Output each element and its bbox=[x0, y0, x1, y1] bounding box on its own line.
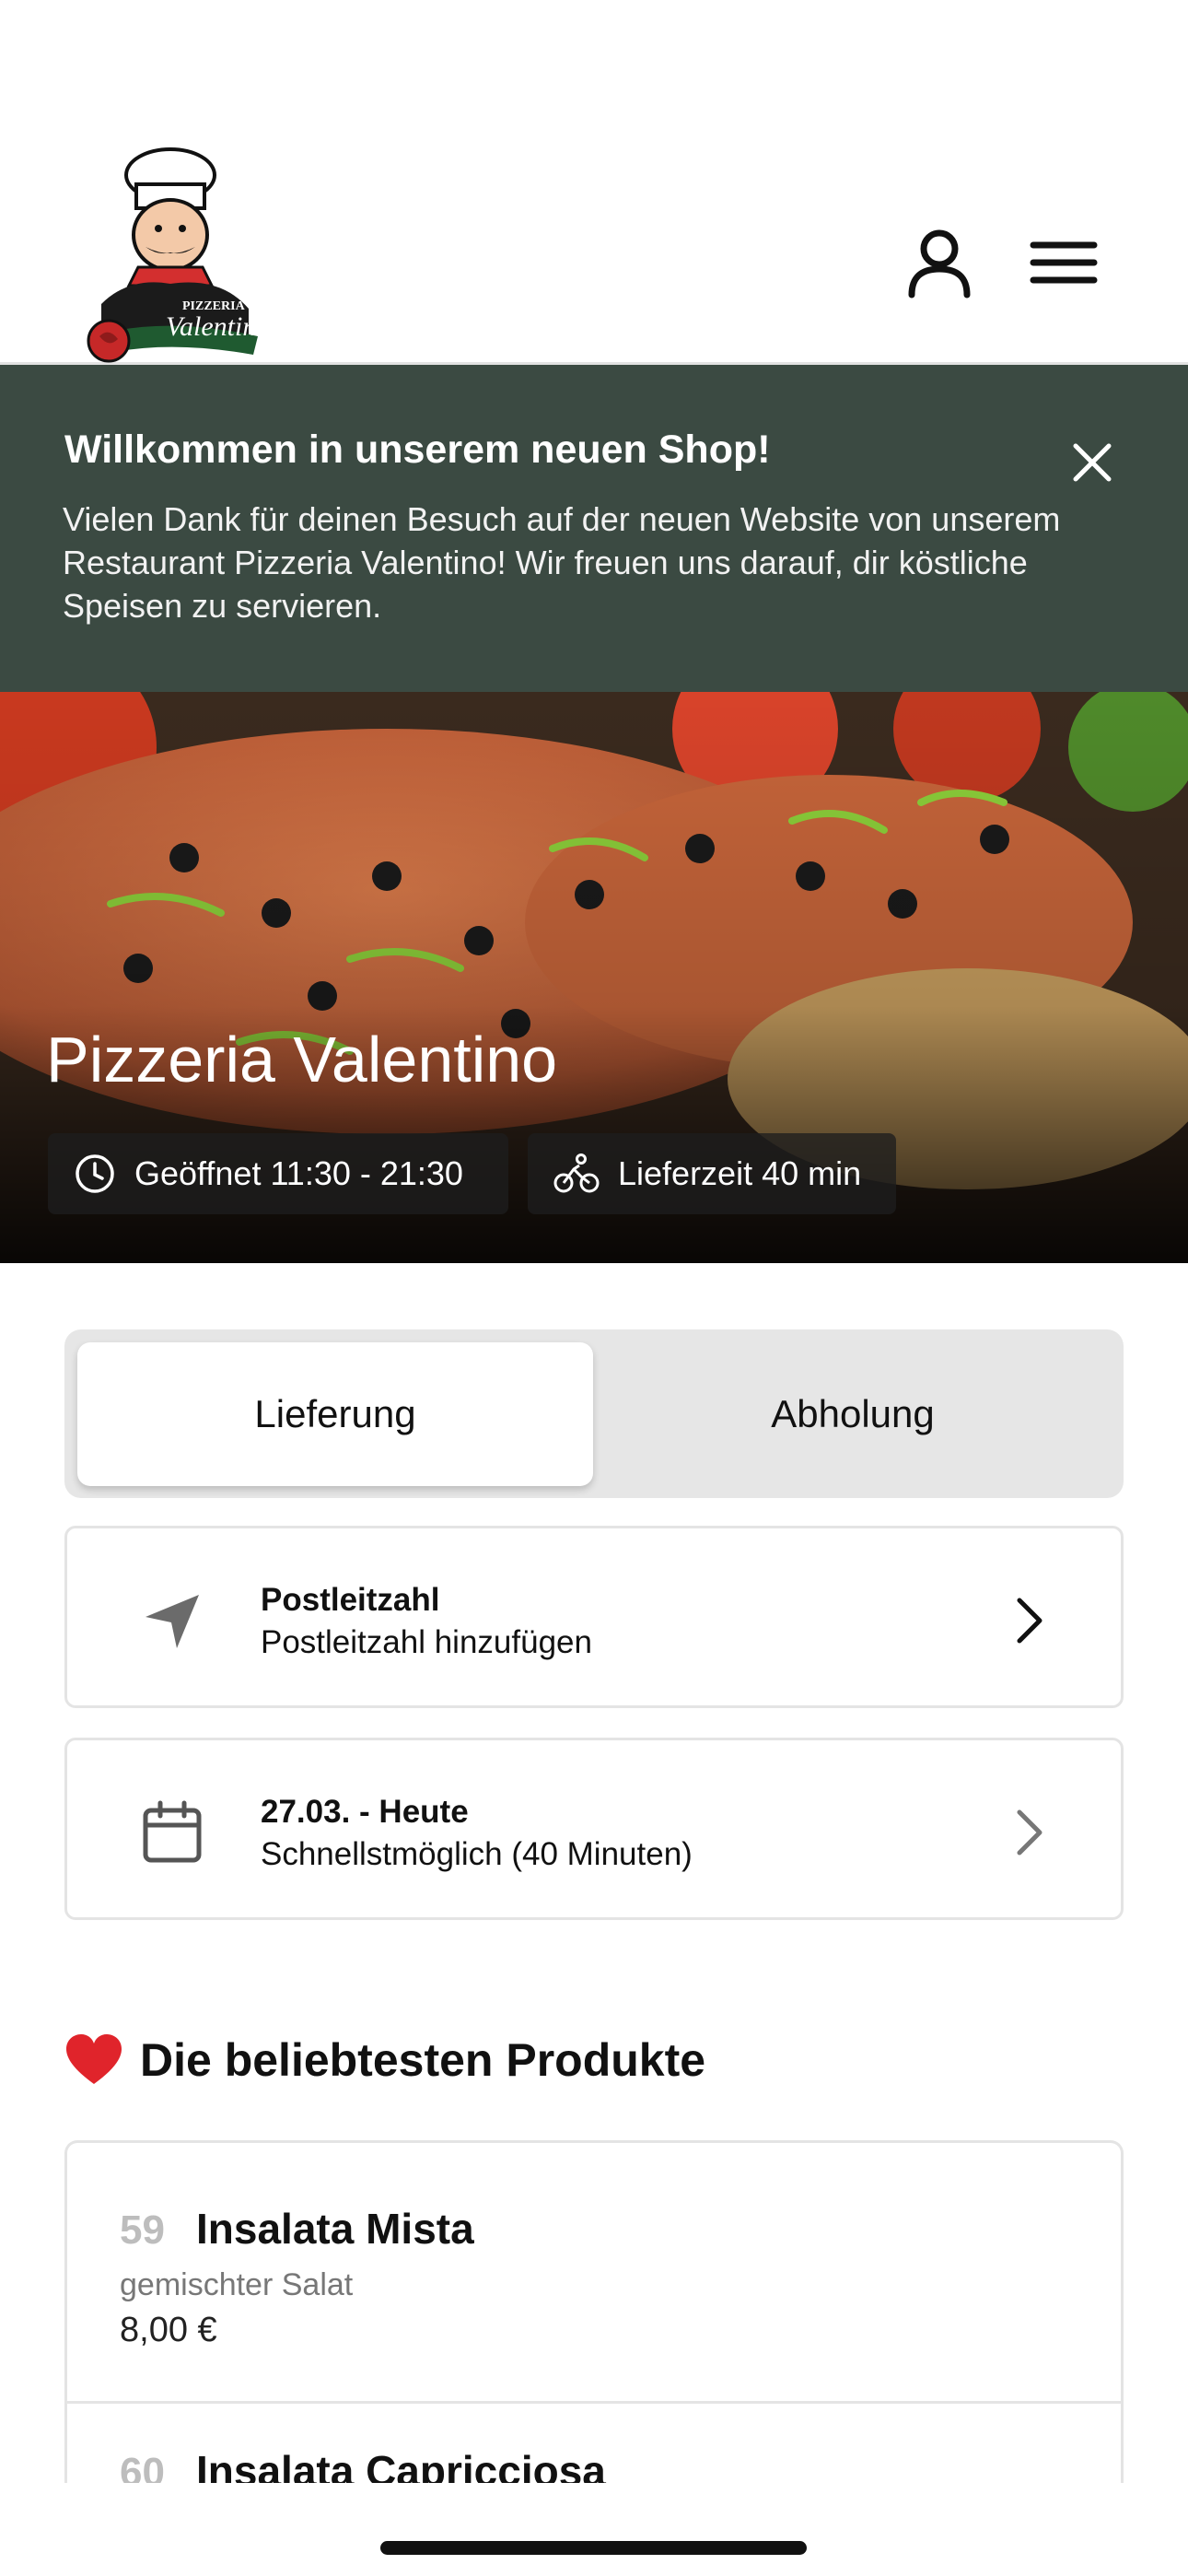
banner-close-button[interactable] bbox=[1066, 437, 1118, 488]
banner-text: Vielen Dank für deinen Besuch auf der ne… bbox=[63, 500, 1061, 625]
popular-products-heading: Die beliebtesten Produkte bbox=[64, 2032, 705, 2088]
pizzeria-valentino-logo[interactable]: PIZZERIA Valentino bbox=[74, 147, 276, 369]
postal-code-subtitle: Postleitzahl hinzufügen bbox=[261, 1624, 592, 1660]
bicycle-courier-icon bbox=[553, 1153, 600, 1193]
delivery-date-title: 27.03. - Heute bbox=[261, 1794, 469, 1830]
product-item[interactable]: 60 Insalata Capricciosa bbox=[67, 2404, 1121, 2483]
close-icon bbox=[1073, 443, 1112, 482]
popular-products-title: Die beliebtesten Produkte bbox=[140, 2034, 706, 2086]
home-indicator[interactable] bbox=[380, 2541, 807, 2555]
product-list: 59 Insalata Mista gemischter Salat 8,00 … bbox=[64, 2140, 1124, 2483]
account-button[interactable] bbox=[898, 221, 981, 304]
banner-title: Willkommen in unserem neuen Shop! bbox=[64, 427, 771, 472]
product-description: gemischter Salat bbox=[120, 2267, 354, 2302]
delivery-option[interactable]: Lieferung bbox=[77, 1342, 593, 1486]
menu-button[interactable] bbox=[1022, 221, 1105, 304]
product-name: Insalata Mista bbox=[196, 2205, 474, 2253]
postal-code-card[interactable]: Postleitzahl Postleitzahl hinzufügen bbox=[64, 1526, 1124, 1708]
svg-text:Valentino: Valentino bbox=[166, 311, 270, 342]
opening-hours-text: Geöffnet 11:30 - 21:30 bbox=[134, 1154, 463, 1192]
product-number: 59 bbox=[120, 2207, 165, 2253]
hamburger-menu-icon bbox=[1030, 241, 1098, 284]
chevron-right-icon bbox=[1017, 1598, 1042, 1644]
product-name: Insalata Capricciosa bbox=[196, 2447, 606, 2483]
delivery-time-text: Lieferzeit 40 min bbox=[618, 1154, 862, 1192]
delivery-date-card[interactable]: 27.03. - Heute Schnellstmöglich (40 Minu… bbox=[64, 1738, 1124, 1920]
delivery-date-subtitle: Schnellstmöglich (40 Minuten) bbox=[261, 1836, 693, 1872]
restaurant-name: Pizzeria Valentino bbox=[46, 1024, 558, 1095]
product-number: 60 bbox=[120, 2450, 165, 2483]
app-header: PIZZERIA Valentino bbox=[0, 0, 1188, 365]
pickup-option[interactable]: Abholung bbox=[595, 1342, 1111, 1486]
delivery-time-chip: Lieferzeit 40 min bbox=[528, 1133, 896, 1214]
bottom-safe-area bbox=[0, 2483, 1188, 2576]
postal-code-title: Postleitzahl bbox=[261, 1582, 440, 1618]
clock-icon bbox=[76, 1154, 114, 1193]
product-price: 8,00 € bbox=[120, 2311, 217, 2349]
opening-hours-chip: Geöffnet 11:30 - 21:30 bbox=[48, 1133, 508, 1214]
navigation-arrow-icon bbox=[146, 1595, 199, 1648]
heart-icon bbox=[66, 2034, 122, 2084]
product-item[interactable]: 59 Insalata Mista gemischter Salat 8,00 … bbox=[67, 2143, 1121, 2404]
calendar-icon bbox=[143, 1800, 202, 1863]
user-icon bbox=[908, 229, 971, 299]
chevron-right-icon bbox=[1017, 1809, 1042, 1856]
